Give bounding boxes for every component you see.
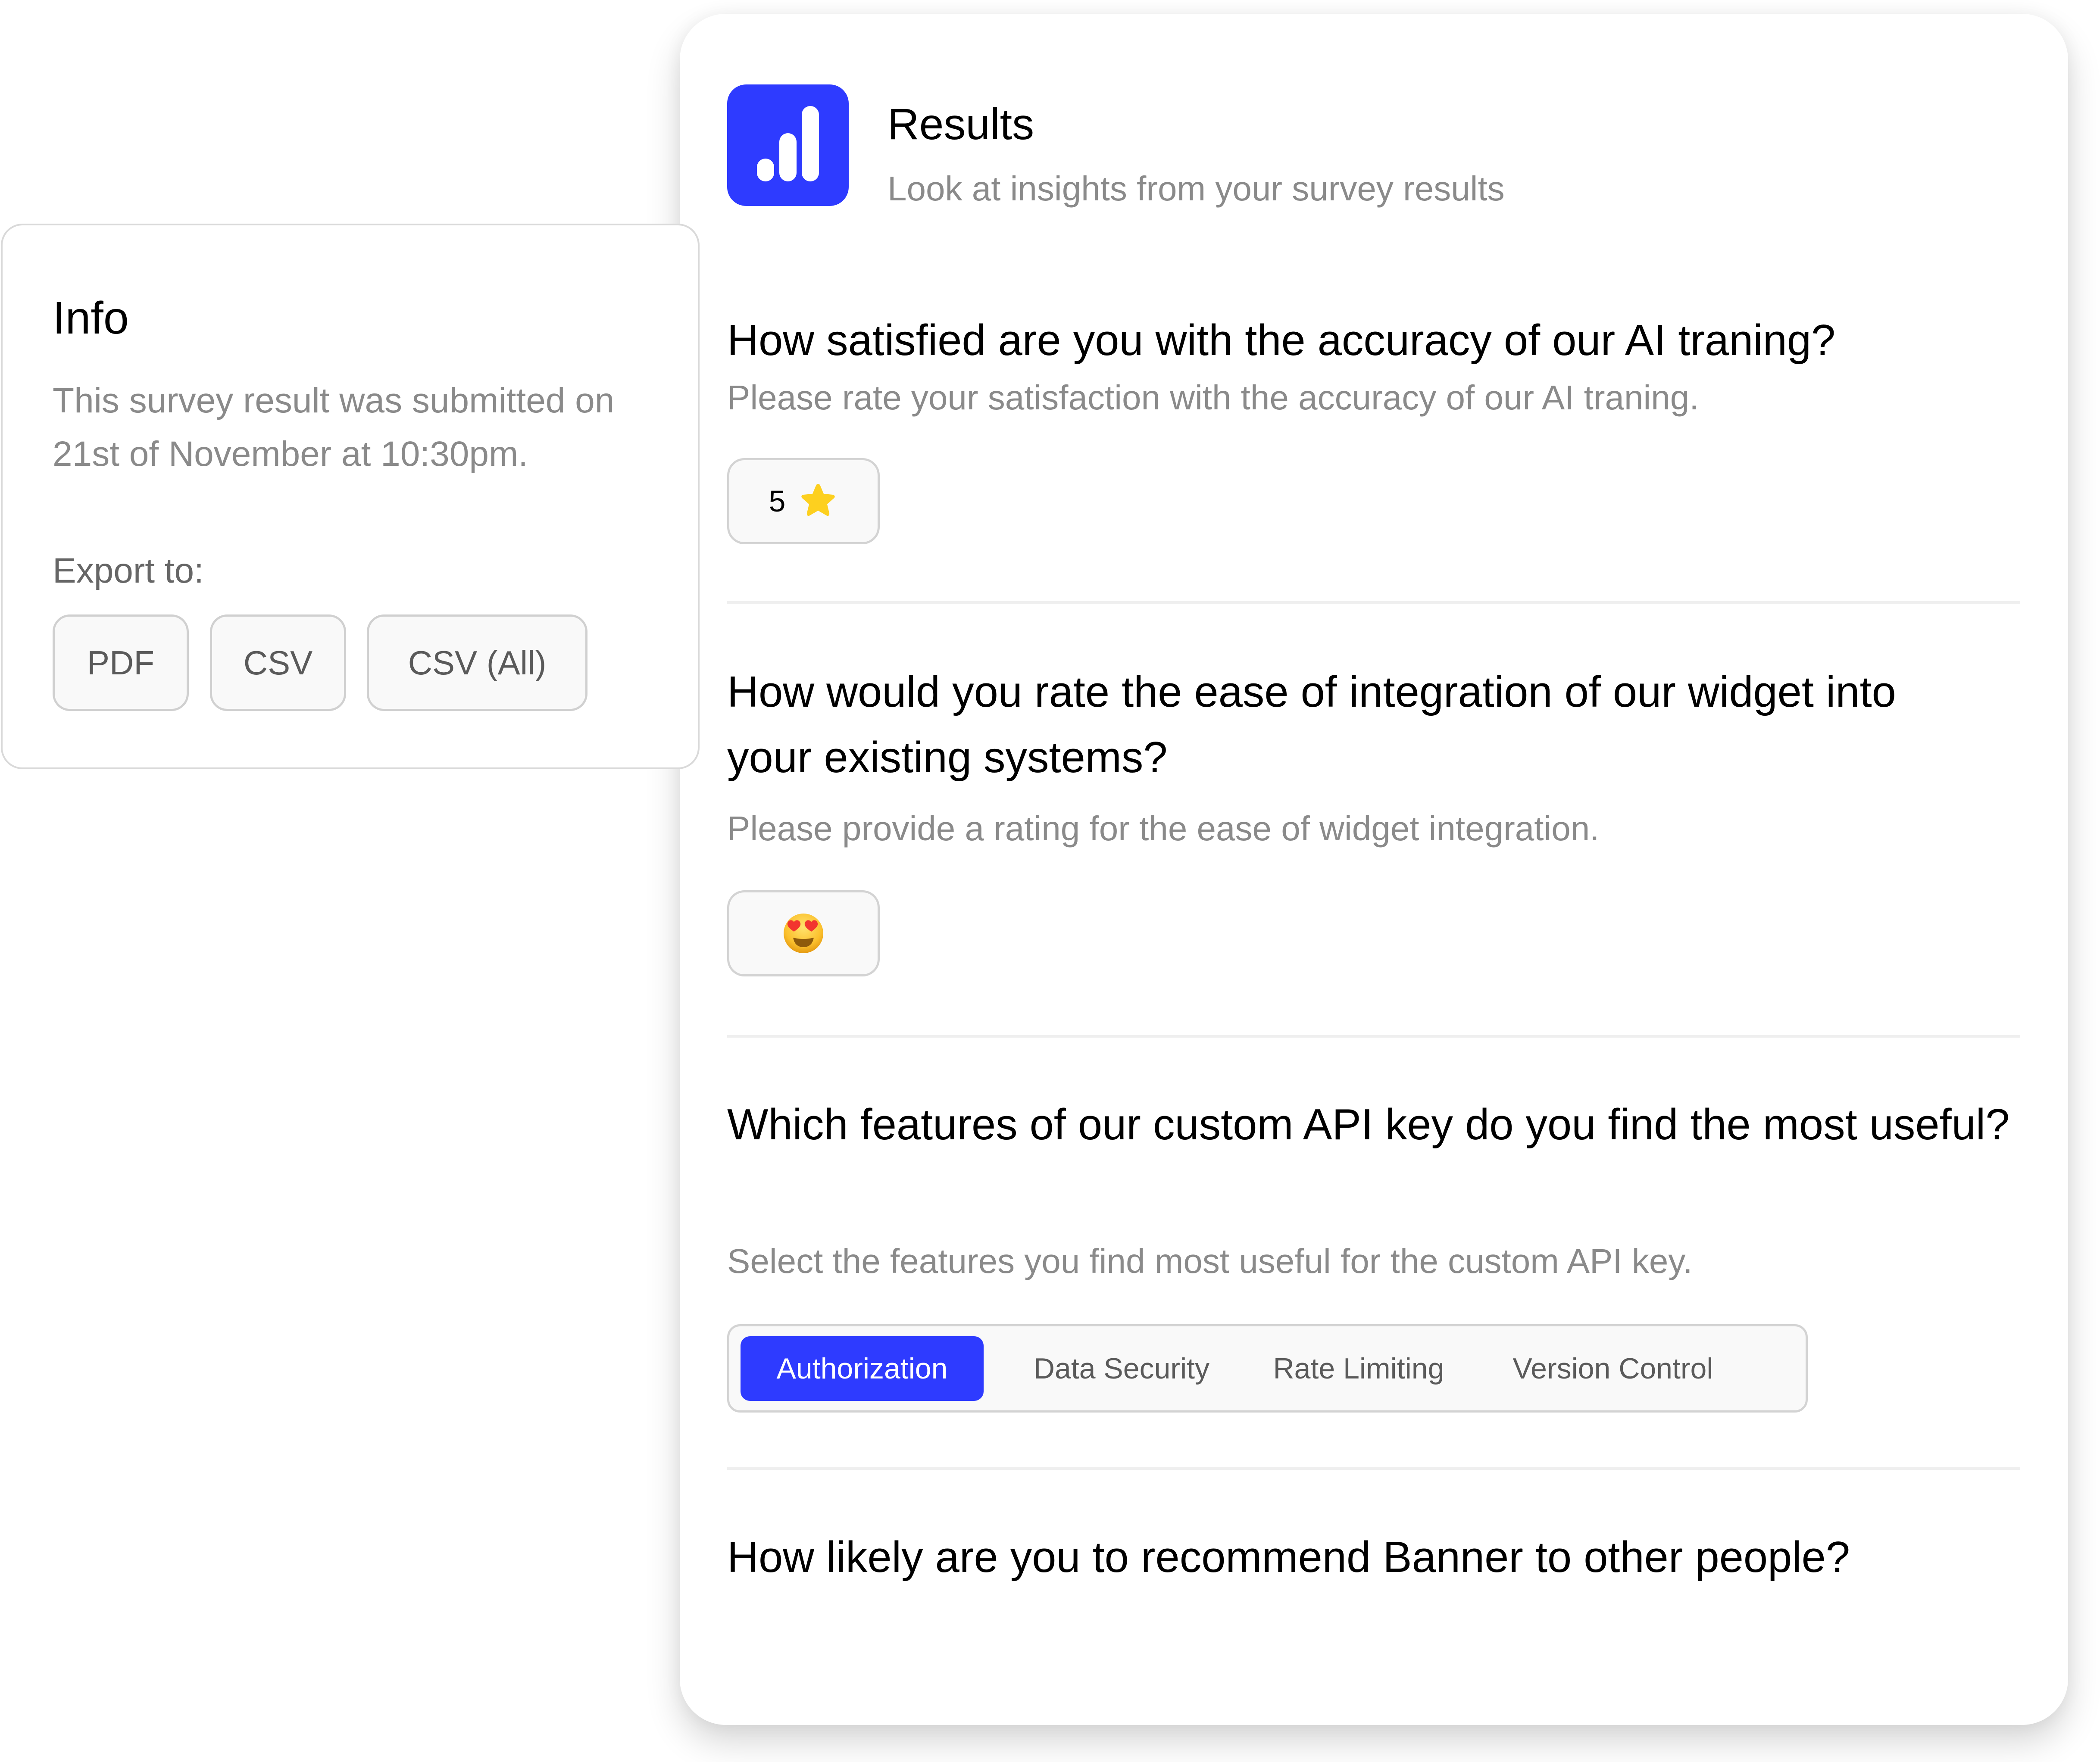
question-2-title: How would you rate the ease of integrati… — [727, 668, 1896, 782]
export-label: Export to: — [53, 551, 204, 590]
info-card: Info This survey result was submitted on… — [1, 224, 700, 769]
option-version-control[interactable]: Version Control — [1492, 1336, 1734, 1401]
info-description: This survey result was submitted on 21st… — [53, 381, 615, 474]
question-1-description: Please rate your satisfaction with the a… — [727, 378, 1699, 417]
divider — [727, 1467, 2020, 1470]
divider — [727, 601, 2020, 604]
option-authorization[interactable]: Authorization — [741, 1336, 984, 1401]
question-3-title: Which features of our custom API key do … — [727, 1101, 2010, 1149]
results-logo — [727, 84, 849, 206]
question-2-description: Please provide a rating for the ease of … — [727, 809, 1600, 848]
export-csv-button[interactable]: CSV — [210, 614, 346, 711]
question-1-answer: 5 — [727, 458, 880, 544]
option-data-security[interactable]: Data Security — [1014, 1336, 1229, 1401]
results-subtitle: Look at insights from your survey result… — [888, 169, 1505, 208]
info-title: Info — [53, 293, 129, 343]
option-rate-limiting[interactable]: Rate Limiting — [1255, 1336, 1462, 1401]
heart-eyes-emoji-icon — [783, 913, 824, 954]
feature-selector: Authorization Data Security Rate Limitin… — [727, 1324, 1808, 1413]
question-3-description: Select the features you find most useful… — [727, 1242, 1693, 1280]
question-1-title: How satisfied are you with the accuracy … — [727, 316, 1836, 365]
question-2-answer — [727, 890, 880, 976]
export-csv-all-button[interactable]: CSV (All) — [367, 614, 588, 711]
star-icon — [798, 482, 838, 520]
question-4-title: How likely are you to recommend Banner t… — [727, 1533, 1850, 1581]
results-card: Results Look at insights from your surve… — [680, 14, 2068, 1725]
results-title: Results — [888, 100, 1034, 149]
divider — [727, 1035, 2020, 1038]
rating-value: 5 — [769, 484, 786, 518]
export-pdf-button[interactable]: PDF — [53, 614, 189, 711]
